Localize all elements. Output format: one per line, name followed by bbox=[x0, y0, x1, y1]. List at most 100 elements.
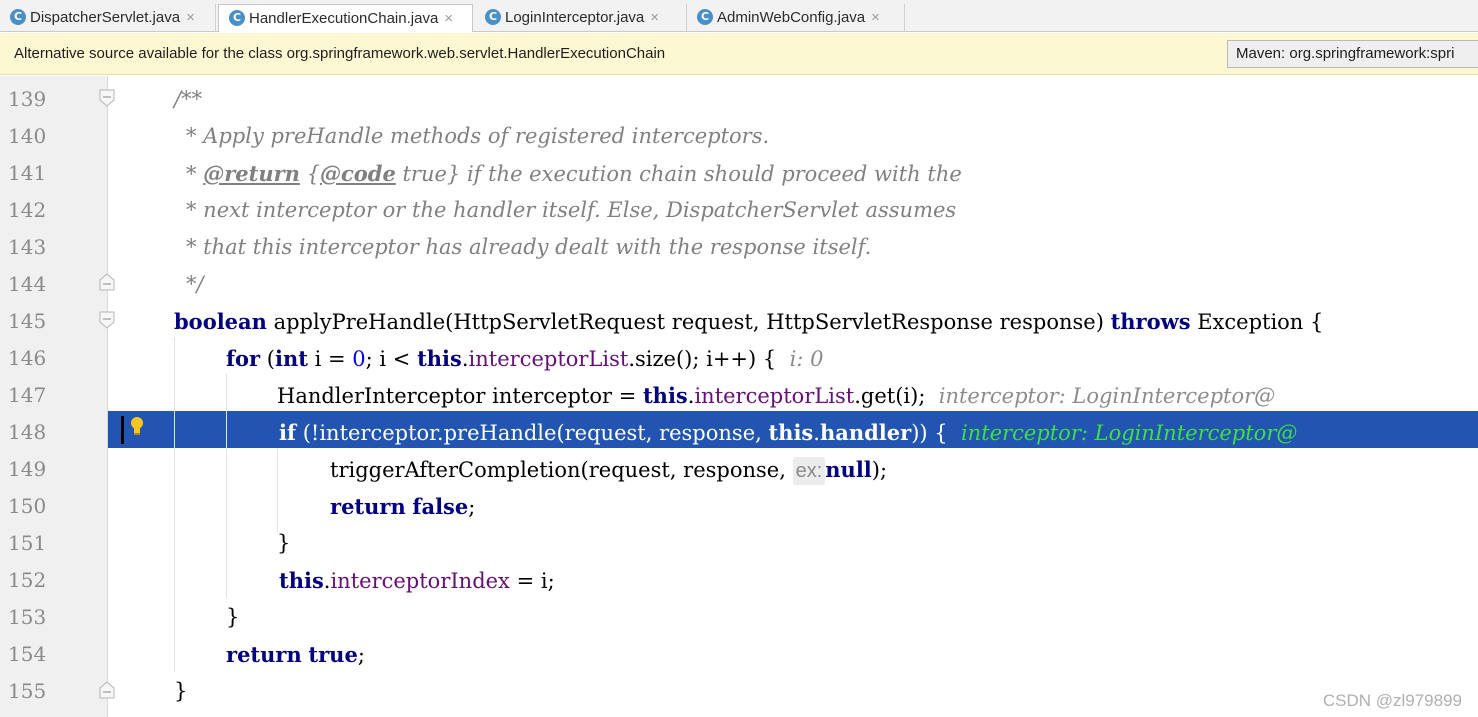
class-icon: C bbox=[697, 9, 713, 26]
assignment-statement: HandlerInterceptor interceptor = this.in… bbox=[277, 377, 1275, 414]
code-line-140: * Apply preHandle methods of registered … bbox=[0, 118, 1478, 155]
code-line-153: } bbox=[0, 599, 1478, 636]
code-text: .get(i); bbox=[854, 384, 939, 408]
closing-brace: } bbox=[174, 679, 188, 703]
javadoc-text: * that this interceptor has already deal… bbox=[186, 235, 872, 259]
javadoc-rest: true} if the execution chain should proc… bbox=[395, 162, 962, 186]
closing-brace: } bbox=[226, 605, 240, 629]
code-line-146: for (int i = 0; i < this.interceptorList… bbox=[0, 340, 1478, 377]
javadoc-text: * Apply preHandle methods of registered … bbox=[186, 124, 770, 148]
tab-label: AdminWebConfig.java bbox=[717, 9, 866, 26]
number-literal: 0 bbox=[352, 347, 366, 371]
code-line-155: } bbox=[0, 673, 1478, 710]
javadoc-close: */ bbox=[186, 272, 204, 296]
javadoc-open: /** bbox=[174, 87, 203, 111]
javadoc-return-tag: @return bbox=[203, 161, 300, 186]
code-text: . bbox=[813, 421, 820, 445]
method-call: triggerAfterCompletion(request, response… bbox=[330, 451, 887, 488]
tab-dispatcherservlet[interactable]: C DispatcherServlet.java × bbox=[0, 4, 216, 32]
javadoc-code-tag: @code bbox=[319, 161, 396, 186]
code-text: (!interceptor.preHandle(request, respons… bbox=[296, 421, 769, 445]
keyword: throws bbox=[1110, 309, 1191, 334]
keyword: false bbox=[412, 494, 469, 519]
code-line-145: boolean applyPreHandle(HttpServletReques… bbox=[0, 303, 1478, 340]
code-text: . bbox=[461, 347, 469, 371]
tab-label: HandlerExecutionChain.java bbox=[249, 10, 439, 27]
parameter-hint: ex: bbox=[792, 457, 826, 485]
code-text: ); bbox=[871, 458, 888, 482]
javadoc-star: * bbox=[186, 162, 204, 186]
code-text: )) { bbox=[911, 421, 961, 445]
close-icon[interactable]: × bbox=[186, 9, 195, 26]
code-text: ; i < bbox=[365, 347, 418, 371]
javadoc-text: * next interceptor or the handler itself… bbox=[186, 198, 957, 222]
watermark: CSDN @zl979899 bbox=[1322, 691, 1462, 710]
method-signature: boolean applyPreHandle(HttpServletReques… bbox=[174, 303, 1323, 340]
code-line-144: */ bbox=[0, 266, 1478, 303]
field-reference: interceptorList bbox=[694, 384, 855, 408]
code-text: ; bbox=[468, 495, 476, 519]
return-statement: return false; bbox=[330, 488, 475, 525]
tab-label: LoginInterceptor.java bbox=[505, 9, 645, 26]
banner-message: Alternative source available for the cla… bbox=[14, 45, 666, 62]
tab-logininterceptor[interactable]: C LoginInterceptor.java × bbox=[475, 4, 687, 32]
return-statement: return true; bbox=[226, 636, 365, 673]
close-icon[interactable]: × bbox=[871, 9, 880, 26]
javadoc-text: * @return {@code true} if the execution … bbox=[186, 155, 962, 192]
code-text: i = bbox=[307, 347, 353, 371]
field-reference: interceptorList bbox=[468, 347, 629, 371]
code-line-143: * that this interceptor has already deal… bbox=[0, 229, 1478, 266]
code-text: ( bbox=[260, 347, 275, 371]
tab-adminwebconfig[interactable]: C AdminWebConfig.java × bbox=[687, 4, 905, 32]
keyword: int bbox=[274, 346, 308, 371]
tab-label: DispatcherServlet.java bbox=[30, 9, 181, 26]
code-line-147: HandlerInterceptor interceptor = this.in… bbox=[0, 377, 1478, 414]
code-line-142: * next interceptor or the handler itself… bbox=[0, 192, 1478, 229]
keyword: this bbox=[417, 346, 462, 371]
tab-handlerexecutionchain[interactable]: C HandlerExecutionChain.java × bbox=[218, 4, 473, 32]
signature-text: applyPreHandle(HttpServletRequest reques… bbox=[266, 310, 1111, 334]
for-statement: for (int i = 0; i < this.interceptorList… bbox=[226, 340, 823, 377]
keyword: return bbox=[226, 642, 302, 667]
alternative-source-banner: Alternative source available for the cla… bbox=[0, 33, 1478, 75]
editor-tab-bar: C DispatcherServlet.java × C HandlerExecuti… bbox=[0, 0, 1478, 32]
code-text: ; bbox=[357, 643, 365, 667]
debug-inline-value: interceptor: LoginInterceptor@ bbox=[938, 384, 1276, 408]
code-text: = i; bbox=[509, 569, 555, 593]
close-icon[interactable]: × bbox=[444, 10, 453, 27]
keyword: this bbox=[768, 420, 814, 445]
code-line-151: } bbox=[0, 525, 1478, 562]
maven-source-selector[interactable]: Maven: org.springframework:spri bbox=[1227, 40, 1478, 68]
code-line-149: triggerAfterCompletion(request, response… bbox=[0, 451, 1478, 488]
field-reference: handler bbox=[819, 420, 912, 445]
if-statement: if (!interceptor.preHandle(request, resp… bbox=[279, 414, 1297, 451]
keyword: for bbox=[226, 346, 261, 371]
keyword: null bbox=[825, 457, 872, 482]
debug-inline-value: i: 0 bbox=[789, 347, 824, 371]
javadoc-brace: { bbox=[299, 162, 320, 186]
keyword: this bbox=[642, 383, 688, 408]
code-line-148: if (!interceptor.preHandle(request, resp… bbox=[0, 414, 1478, 451]
field-reference: interceptorIndex bbox=[330, 569, 510, 593]
class-icon: C bbox=[10, 9, 26, 26]
close-icon[interactable]: × bbox=[650, 9, 659, 26]
keyword: return bbox=[330, 494, 406, 519]
code-line-154: return true; bbox=[0, 636, 1478, 673]
keyword: this bbox=[279, 568, 324, 593]
code-line-139: /** bbox=[0, 81, 1478, 118]
keyword: true bbox=[308, 642, 358, 667]
code-line-152: this.interceptorIndex = i; bbox=[0, 562, 1478, 599]
code-line-150: return false; bbox=[0, 488, 1478, 525]
code-text: HandlerInterceptor interceptor = bbox=[277, 384, 643, 408]
code-text: triggerAfterCompletion(request, response… bbox=[330, 458, 793, 482]
keyword: boolean bbox=[174, 309, 267, 334]
class-icon: C bbox=[229, 10, 245, 27]
class-icon: C bbox=[485, 9, 501, 26]
assignment-statement: this.interceptorIndex = i; bbox=[279, 562, 555, 599]
debug-inline-value: interceptor: LoginInterceptor@ bbox=[960, 421, 1298, 445]
code-text: .size(); i++) { bbox=[628, 347, 790, 371]
signature-end: Exception { bbox=[1190, 310, 1324, 334]
keyword: if bbox=[279, 420, 297, 445]
closing-brace: } bbox=[277, 531, 291, 555]
code-line-141: * @return {@code true} if the execution … bbox=[0, 155, 1478, 192]
